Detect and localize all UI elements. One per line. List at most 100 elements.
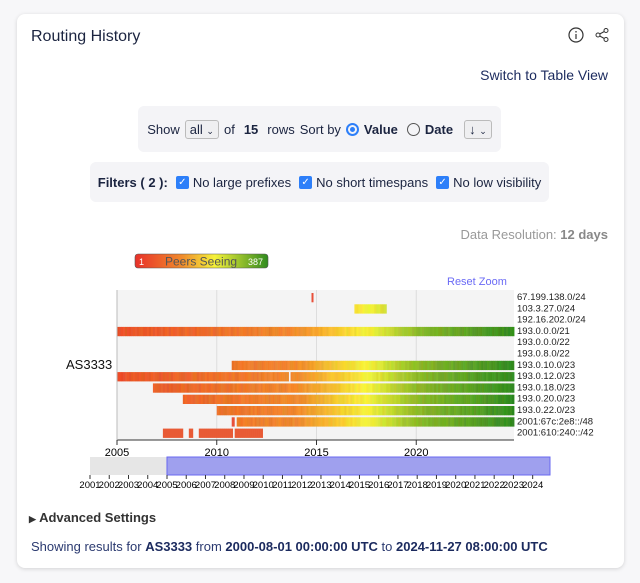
- heat-cell: [508, 395, 510, 404]
- heat-cell: [143, 372, 145, 381]
- heat-cell: [442, 406, 444, 415]
- heat-cell: [440, 383, 442, 392]
- row-label: 193.0.22.0/23: [517, 405, 575, 416]
- heat-cell: [368, 383, 370, 392]
- heat-cell: [446, 395, 448, 404]
- heat-cell: [263, 327, 265, 336]
- heat-cell: [416, 395, 418, 404]
- sort-order-select[interactable]: ↓ ⌄: [464, 120, 492, 139]
- show-count-select[interactable]: all ⌄: [185, 120, 219, 139]
- heat-cell: [320, 372, 322, 381]
- heat-cell: [352, 417, 354, 426]
- heat-cell: [239, 429, 241, 438]
- heat-cell: [332, 327, 334, 336]
- sort-label: Sort by: [300, 122, 341, 137]
- heat-cell: [391, 361, 393, 370]
- heat-cell: [229, 383, 231, 392]
- card-title: Routing History: [31, 28, 140, 46]
- heat-cell: [338, 395, 340, 404]
- heat-cell: [388, 406, 390, 415]
- heat-cell: [467, 361, 469, 370]
- heat-cell: [239, 417, 241, 426]
- heat-cell: [354, 395, 356, 404]
- heat-cell: [410, 417, 412, 426]
- heat-cell: [303, 327, 305, 336]
- heat-cell: [297, 395, 299, 404]
- checkbox-no-low-visibility[interactable]: ✓: [436, 176, 449, 189]
- heat-cell: [320, 327, 322, 336]
- heat-cell: [326, 406, 328, 415]
- heat-cell: [422, 406, 424, 415]
- brush-tick-label: 2023: [503, 480, 524, 491]
- heat-cell: [279, 383, 281, 392]
- sort-date-radio[interactable]: [407, 123, 420, 136]
- sort-value-label[interactable]: Value: [364, 122, 398, 137]
- heat-cell: [177, 372, 179, 381]
- heat-cell: [496, 406, 498, 415]
- switch-to-table-view-link[interactable]: Switch to Table View: [480, 67, 608, 83]
- heat-cell: [468, 327, 470, 336]
- heat-cell: [259, 417, 261, 426]
- heat-cell: [191, 395, 193, 404]
- heat-cell: [390, 383, 392, 392]
- total-rows: 15: [244, 122, 258, 137]
- heat-cell: [402, 327, 404, 336]
- heat-cell: [271, 417, 273, 426]
- heat-cell: [498, 327, 500, 336]
- heat-cell: [306, 361, 308, 370]
- heat-cell: [171, 383, 173, 392]
- heat-cell: [445, 361, 447, 370]
- heat-cell: [512, 395, 514, 404]
- heat-cell: [271, 372, 273, 381]
- heat-cell: [487, 361, 489, 370]
- heat-cell: [368, 406, 370, 415]
- routing-heatmap[interactable]: 1 Peers Seeing 387 Reset Zoom 67.199.138…: [17, 252, 624, 492]
- heat-cell: [408, 395, 410, 404]
- heat-cell: [374, 383, 376, 392]
- heat-cell: [354, 327, 356, 336]
- heat-cell: [336, 406, 338, 415]
- heat-cell: [464, 383, 466, 392]
- heat-cell: [352, 406, 354, 415]
- share-icon[interactable]: [594, 27, 610, 43]
- heat-cell: [318, 383, 320, 392]
- heat-cell: [311, 417, 313, 426]
- time-brush[interactable]: 2001200220032004200520062007200820092010…: [79, 457, 550, 491]
- heat-cell: [201, 395, 203, 404]
- heat-cell: [309, 417, 311, 426]
- heat-cell: [257, 395, 259, 404]
- sort-value-radio[interactable]: [346, 123, 359, 136]
- heat-cell: [243, 429, 245, 438]
- heat-cell: [457, 361, 459, 370]
- heat-cell: [359, 361, 361, 370]
- heat-cell: [287, 383, 289, 392]
- heat-cell: [227, 327, 229, 336]
- heat-cell: [330, 372, 332, 381]
- advanced-settings-toggle[interactable]: ▶ Advanced Settings: [29, 510, 156, 525]
- heat-cell: [284, 361, 286, 370]
- heat-cell: [502, 395, 504, 404]
- heat-cell: [456, 383, 458, 392]
- heat-cell: [313, 327, 315, 336]
- heat-cell: [299, 395, 301, 404]
- heat-cell: [366, 383, 368, 392]
- heat-cell: [400, 406, 402, 415]
- heat-cell: [408, 327, 410, 336]
- info-icon[interactable]: [568, 27, 584, 43]
- checkbox-no-short-timespans[interactable]: ✓: [299, 176, 312, 189]
- heat-cell: [396, 406, 398, 415]
- reset-zoom-button[interactable]: Reset Zoom: [447, 276, 507, 288]
- heat-cell: [348, 372, 350, 381]
- heat-cell: [149, 327, 151, 336]
- row-label: 193.0.0.0/21: [517, 326, 570, 337]
- sort-date-label[interactable]: Date: [425, 122, 453, 137]
- heat-cell: [474, 406, 476, 415]
- heat-cell: [283, 383, 285, 392]
- heat-cell: [314, 361, 316, 370]
- heat-cell: [392, 395, 394, 404]
- heat-cell: [446, 406, 448, 415]
- heat-cell: [249, 417, 251, 426]
- heat-cell: [277, 372, 279, 381]
- heat-cell: [356, 406, 358, 415]
- checkbox-no-large-prefixes[interactable]: ✓: [176, 176, 189, 189]
